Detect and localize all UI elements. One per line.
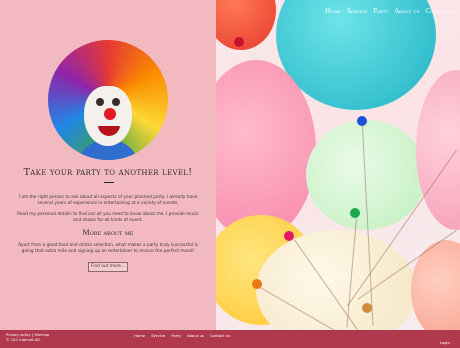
login-link[interactable]: Login (440, 340, 450, 345)
footer-link-about-us[interactable]: About us (187, 333, 204, 338)
footer-legal: Privacy policy | Sitemap © 1&1 Internet … (6, 333, 49, 343)
content-panel: Take your party to another level! I am t… (0, 0, 216, 330)
headline-divider (104, 182, 114, 183)
balloon-orange (216, 0, 276, 50)
clown-face (84, 86, 132, 146)
footer: Privacy policy | Sitemap © 1&1 Internet … (0, 330, 460, 348)
footer-link-party[interactable]: Party (171, 333, 181, 338)
knot-red (234, 37, 244, 47)
nav-home[interactable]: Home (325, 8, 341, 15)
clown-mouth (96, 124, 122, 138)
knot-green (350, 208, 360, 218)
top-nav: Home Service Party About us Contact us (325, 8, 456, 15)
knot-pink (284, 231, 294, 241)
balloon-pink-right (416, 70, 460, 230)
footer-link-service[interactable]: Service (151, 333, 165, 338)
intro-text: I am the right person to ask about all a… (18, 195, 198, 207)
find-out-more-button[interactable]: Find out more... (88, 262, 128, 272)
nav-party[interactable]: Party (373, 8, 388, 15)
knot-blue (357, 116, 367, 126)
details-text: Read my personal details to find out all… (17, 212, 199, 224)
balloon-background (216, 0, 460, 348)
clown-portrait (48, 40, 168, 160)
eye-left (96, 98, 104, 106)
clown-nose (104, 108, 116, 120)
footer-links: Home Service Party About us Contact us (134, 333, 230, 338)
nav-contact-us[interactable]: Contact us (425, 8, 456, 15)
footer-link-home[interactable]: Home (134, 333, 145, 338)
page-headline: Take your party to another level! (23, 167, 193, 178)
footer-link-contact-us[interactable]: Contact us (210, 333, 230, 338)
nav-service[interactable]: Service (347, 8, 367, 15)
eye-right (112, 98, 120, 106)
nav-about-us[interactable]: About us (394, 8, 419, 15)
copyright: © 1&1 Internet AG (6, 338, 40, 342)
more-text: Apart from a good food and drinks select… (18, 243, 198, 255)
more-heading: More about me (82, 229, 134, 237)
